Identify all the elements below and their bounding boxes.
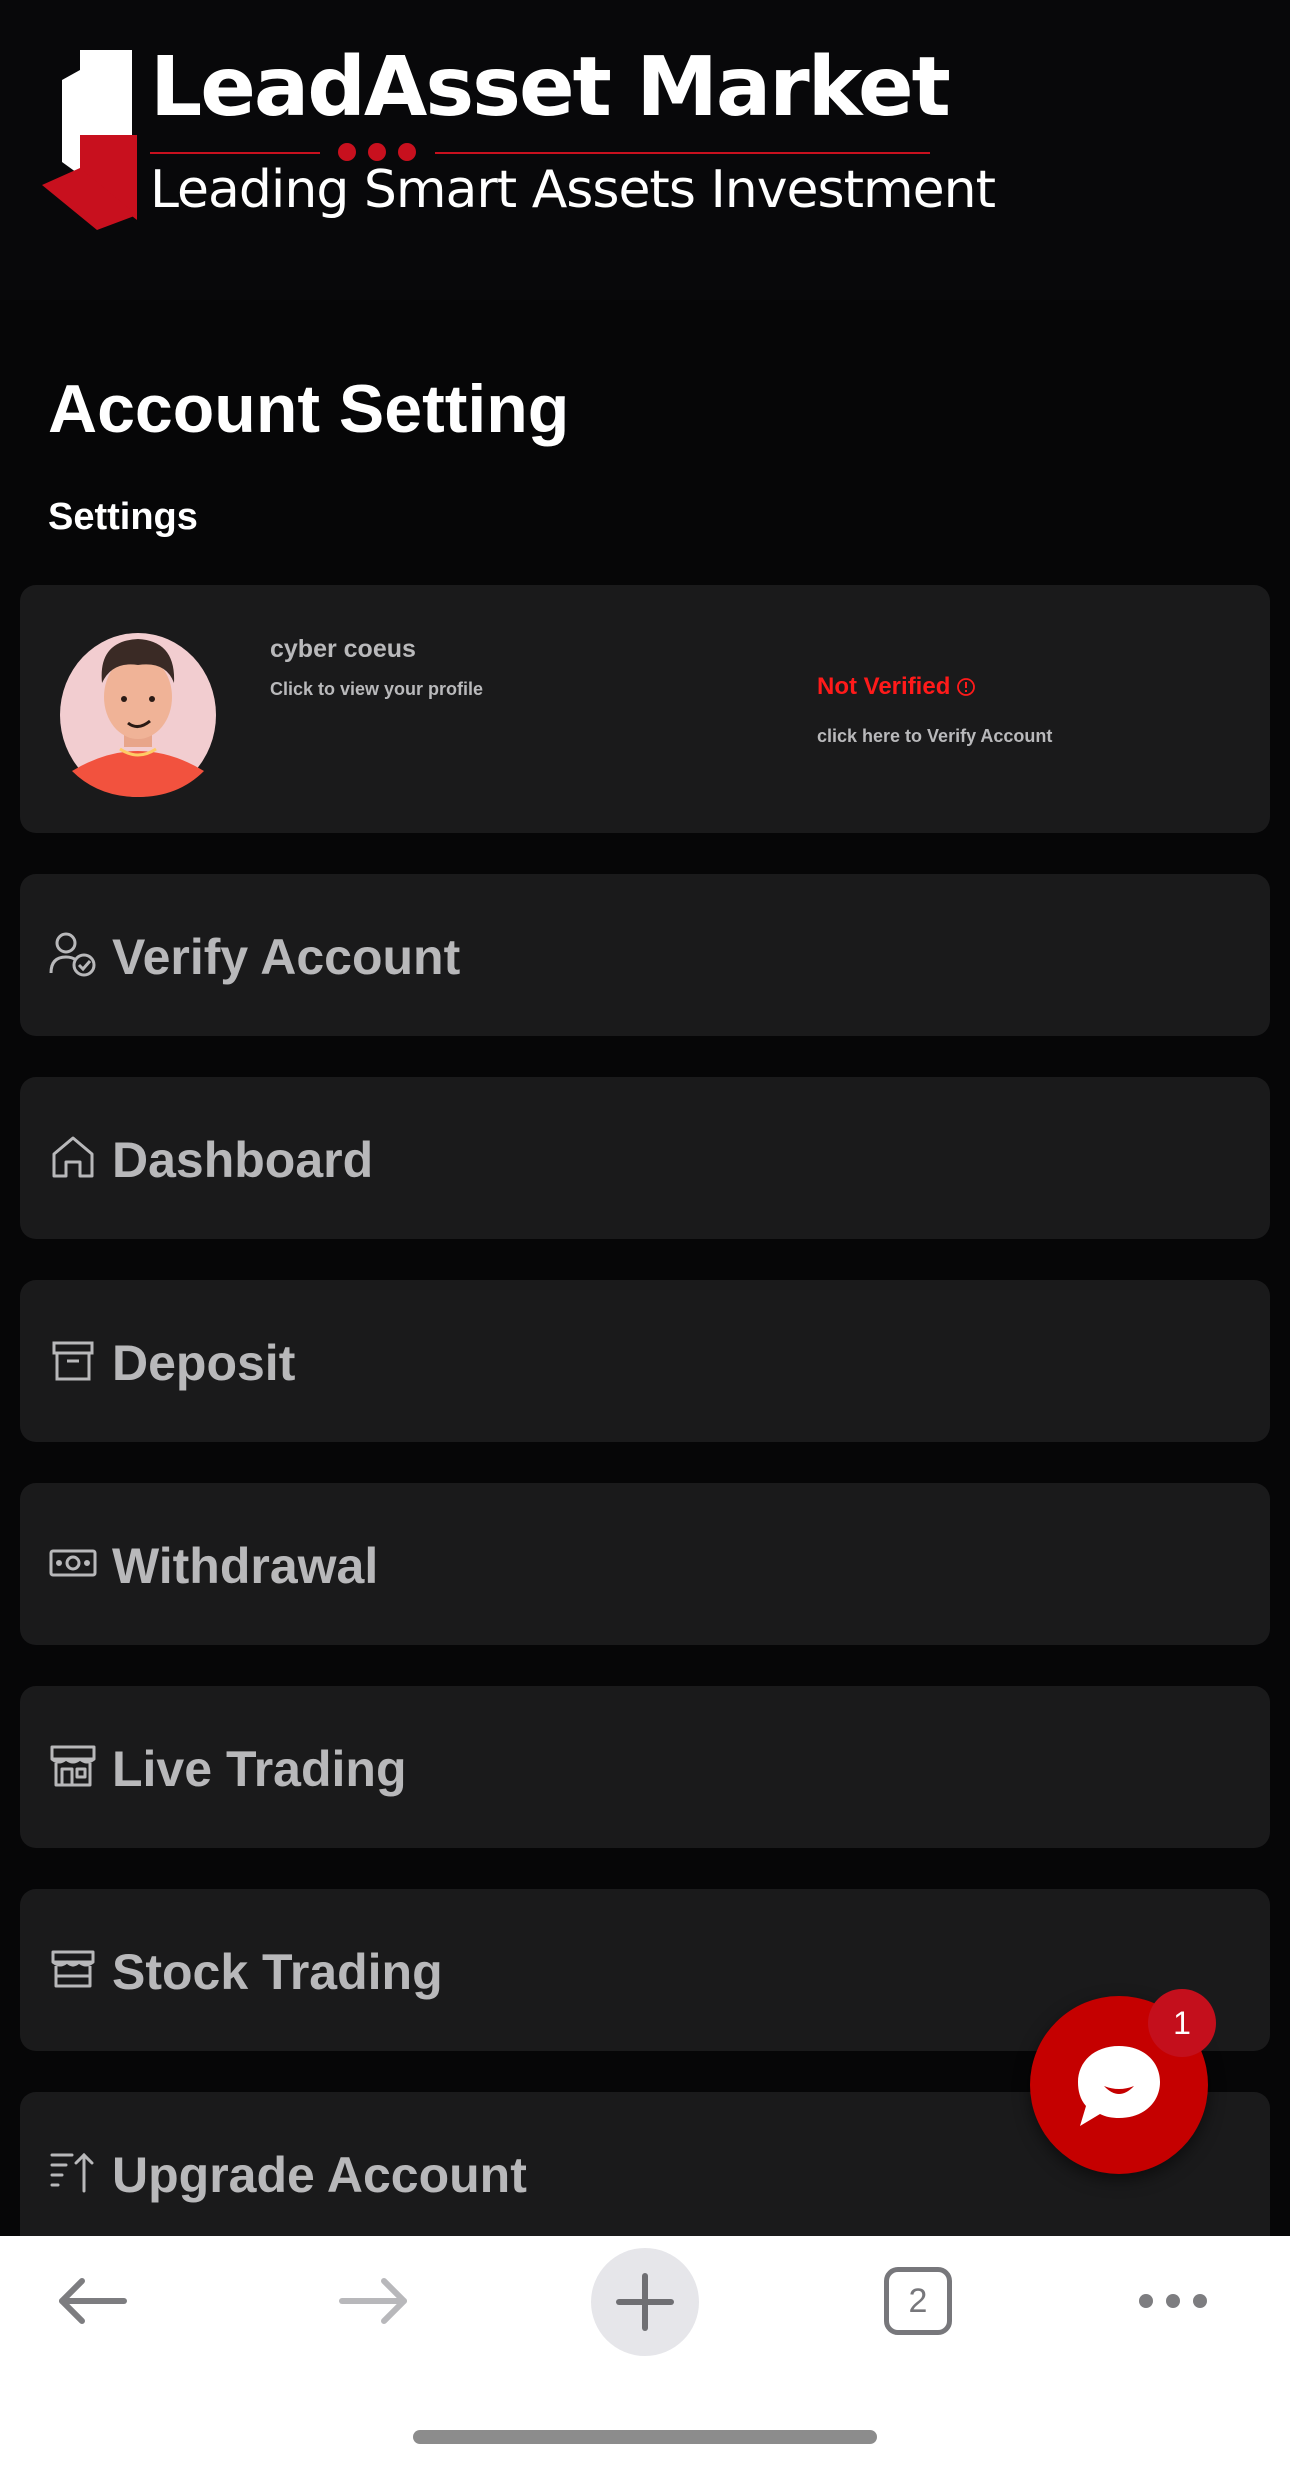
sort-ascending-icon [50, 2152, 94, 2193]
menu-item-label: Live Trading [112, 1741, 407, 1797]
plus-icon [616, 2273, 674, 2331]
logo-divider [150, 152, 930, 154]
section-label: Settings [48, 496, 198, 538]
menu-item-label: Dashboard [112, 1132, 374, 1188]
home-icon [52, 1136, 94, 1178]
avatar[interactable] [58, 621, 218, 797]
menu-item-label: Verify Account [112, 929, 461, 985]
more-icon [1139, 2294, 1207, 2308]
forward-arrow-icon [339, 2278, 407, 2324]
archive-icon [52, 1341, 94, 1381]
back-arrow-icon [59, 2278, 127, 2324]
brand-tagline: Leading Smart Assets Investment [150, 160, 996, 220]
verification-status[interactable]: Not Verified [817, 673, 976, 701]
new-tab-button[interactable] [591, 2248, 699, 2356]
tabs-icon[interactable]: 2 [884, 2267, 952, 2335]
menu-item-label: Upgrade Account [112, 2147, 527, 2203]
store-icon [51, 1950, 95, 1988]
chat-notification-badge: 1 [1148, 1989, 1216, 2057]
site-header: LeadAsset Market Leading Smart Assets In… [0, 0, 1290, 300]
verify-account-link[interactable]: click here to Verify Account [817, 726, 1052, 747]
profile-name[interactable]: cyber coeus [270, 635, 416, 664]
menu-item-dashboard[interactable]: Dashboard [20, 1077, 1270, 1239]
menu-item-label: Withdrawal [112, 1538, 379, 1594]
user-check-icon [49, 932, 96, 977]
more-button[interactable] [1118, 2246, 1228, 2356]
back-button[interactable] [40, 2246, 150, 2356]
store-icon [50, 1745, 96, 1787]
menu-item-deposit[interactable]: Deposit [20, 1280, 1270, 1442]
cash-icon [49, 1549, 97, 1577]
menu-item-live-trading[interactable]: Live Trading [20, 1686, 1270, 1848]
verification-status-label: Not Verified [817, 673, 951, 700]
menu-item-label: Stock Trading [112, 1944, 443, 2000]
profile-subtitle[interactable]: Click to view your profile [270, 679, 483, 700]
menu-item-withdrawal[interactable]: Withdrawal [20, 1483, 1270, 1645]
info-icon [957, 678, 976, 696]
logo-mark-icon [42, 50, 137, 230]
profile-card[interactable]: cyber coeus Click to view your profile N… [20, 585, 1270, 833]
menu-item-label: Deposit [112, 1335, 296, 1391]
menu-item-verify-account[interactable]: Verify Account [20, 874, 1270, 1036]
home-indicator [413, 2430, 877, 2444]
forward-button[interactable] [316, 2246, 426, 2356]
page-title: Account Setting [48, 371, 570, 447]
brand-title: LeadAsset Market [150, 40, 951, 135]
chat-bubble-icon [1078, 2046, 1160, 2126]
